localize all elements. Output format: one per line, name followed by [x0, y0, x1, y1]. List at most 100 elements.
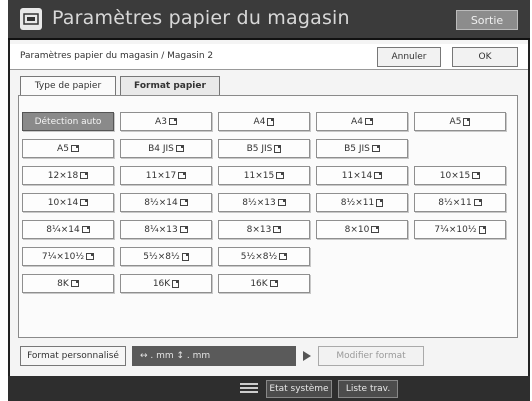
- landscape-orientation-icon: [179, 199, 188, 206]
- paper-size-label: 5½×8½: [143, 251, 180, 262]
- paper-size-label: B5 JIS: [246, 143, 273, 154]
- landscape-orientation-icon: [178, 172, 187, 179]
- paper-size-button[interactable]: B5 JIS: [218, 139, 310, 158]
- portrait-orientation-icon: [181, 252, 189, 261]
- paper-size-panel: [18, 95, 518, 338]
- paper-size-button[interactable]: 8½×13: [218, 193, 310, 212]
- paper-size-label: 7¼×10½: [434, 224, 477, 235]
- paper-size-button[interactable]: 7¼×10½: [22, 247, 114, 266]
- system-status-button[interactable]: Etat système: [266, 380, 332, 398]
- paper-size-button[interactable]: A4: [316, 112, 408, 131]
- job-list-button[interactable]: Liste trav.: [338, 380, 398, 398]
- paper-size-label: 8×13: [246, 224, 272, 235]
- paper-size-label: 11×15: [243, 170, 275, 181]
- landscape-orientation-icon: [371, 145, 380, 152]
- paper-size-label: B4 JIS: [148, 143, 174, 154]
- paper-size-label: 5½×8½: [240, 251, 278, 262]
- paper-size-button[interactable]: 5½×8½: [120, 247, 212, 266]
- paper-size-button[interactable]: 12×18: [22, 166, 114, 185]
- paper-size-label: 8K: [57, 278, 69, 289]
- paper-size-button[interactable]: A4: [218, 112, 310, 131]
- page-title: Paramètres papier du magasin: [52, 7, 350, 29]
- title-bar: Paramètres papier du magasin Sortie: [8, 0, 530, 40]
- paper-size-button[interactable]: 10×15: [414, 166, 506, 185]
- paper-size-label: 11×14: [341, 170, 373, 181]
- paper-size-button[interactable]: Détection auto: [22, 112, 114, 131]
- paper-size-button[interactable]: 8×13: [218, 220, 310, 239]
- paper-size-button[interactable]: 8K: [22, 274, 114, 293]
- paper-size-label: 8¼×14: [46, 224, 80, 235]
- landscape-orientation-icon: [371, 226, 380, 233]
- paper-size-label: 10×14: [47, 197, 79, 208]
- landscape-orientation-icon: [279, 253, 288, 260]
- modify-format-button[interactable]: Modifier format: [318, 346, 424, 366]
- paper-size-label: 12×18: [47, 170, 79, 181]
- landscape-orientation-icon: [168, 118, 177, 125]
- paper-size-button[interactable]: 11×17: [120, 166, 212, 185]
- custom-dimension-display: ↔ . mm ↕ . mm: [132, 346, 296, 366]
- tab-paper-format[interactable]: Format papier: [120, 76, 220, 95]
- paper-size-label: A4: [253, 116, 266, 127]
- paper-size-label: 11×17: [145, 170, 177, 181]
- paper-size-label: A5: [57, 143, 69, 154]
- paper-size-label: 8½×11: [438, 197, 472, 208]
- paper-size-label: A3: [155, 116, 167, 127]
- paper-size-button[interactable]: 8¼×13: [120, 220, 212, 239]
- paper-size-button[interactable]: 10×14: [22, 193, 114, 212]
- paper-size-label: 8½×14: [144, 197, 178, 208]
- landscape-orientation-icon: [81, 226, 90, 233]
- paper-size-label: 8½×11: [340, 197, 375, 208]
- landscape-orientation-icon: [374, 172, 383, 179]
- ok-button[interactable]: OK: [452, 47, 518, 67]
- stack-icon: [240, 383, 258, 393]
- paper-size-label: 10×15: [439, 170, 471, 181]
- paper-size-button[interactable]: 8×10: [316, 220, 408, 239]
- paper-size-button[interactable]: 8½×14: [120, 193, 212, 212]
- landscape-orientation-icon: [276, 172, 285, 179]
- landscape-orientation-icon: [70, 145, 79, 152]
- landscape-orientation-icon: [80, 199, 89, 206]
- exit-button[interactable]: Sortie: [456, 10, 518, 30]
- portrait-orientation-icon: [376, 198, 384, 207]
- portrait-orientation-icon: [267, 117, 275, 126]
- paper-size-button[interactable]: B4 JIS: [120, 139, 212, 158]
- paper-size-button[interactable]: 16K: [120, 274, 212, 293]
- landscape-orientation-icon: [179, 226, 188, 233]
- paper-size-button[interactable]: 16K: [218, 274, 310, 293]
- paper-size-button[interactable]: A5: [414, 112, 506, 131]
- portrait-orientation-icon: [172, 279, 180, 288]
- paper-size-button[interactable]: 7¼×10½: [414, 220, 506, 239]
- landscape-orientation-icon: [273, 226, 282, 233]
- arrow-right-icon: [303, 351, 311, 361]
- sub-header: Paramètres papier du magasin / Magasin 2…: [10, 44, 528, 70]
- paper-size-button[interactable]: B5 JIS: [316, 139, 408, 158]
- paper-size-label: Détection auto: [34, 116, 102, 127]
- landscape-orientation-icon: [472, 172, 481, 179]
- portrait-orientation-icon: [478, 225, 486, 234]
- paper-size-button[interactable]: 11×15: [218, 166, 310, 185]
- paper-size-button[interactable]: 8¼×14: [22, 220, 114, 239]
- paper-size-button[interactable]: A3: [120, 112, 212, 131]
- paper-size-label: A4: [351, 116, 363, 127]
- paper-size-label: 8¼×13: [144, 224, 178, 235]
- portrait-orientation-icon: [463, 117, 471, 126]
- tray-settings-icon: [20, 8, 42, 30]
- landscape-orientation-icon: [364, 118, 373, 125]
- paper-size-label: 16K: [152, 278, 171, 289]
- breadcrumb: Paramètres papier du magasin / Magasin 2: [20, 51, 214, 61]
- paper-size-button[interactable]: 8½×11: [316, 193, 408, 212]
- paper-size-button[interactable]: 11×14: [316, 166, 408, 185]
- landscape-orientation-icon: [70, 280, 79, 287]
- paper-size-button[interactable]: 5½×8½: [218, 247, 310, 266]
- custom-format-button[interactable]: Format personnalisé: [20, 346, 126, 366]
- paper-size-label: 8×10: [344, 224, 370, 235]
- paper-size-label: 16K: [250, 278, 268, 289]
- paper-size-label: 7¼×10½: [41, 251, 85, 262]
- landscape-orientation-icon: [277, 199, 286, 206]
- paper-size-button[interactable]: A5: [22, 139, 114, 158]
- paper-size-button[interactable]: 8½×11: [414, 193, 506, 212]
- status-bar: Etat système Liste trav.: [8, 376, 530, 401]
- landscape-orientation-icon: [175, 145, 184, 152]
- cancel-button[interactable]: Annuler: [377, 47, 441, 67]
- tab-paper-type[interactable]: Type de papier: [20, 76, 116, 95]
